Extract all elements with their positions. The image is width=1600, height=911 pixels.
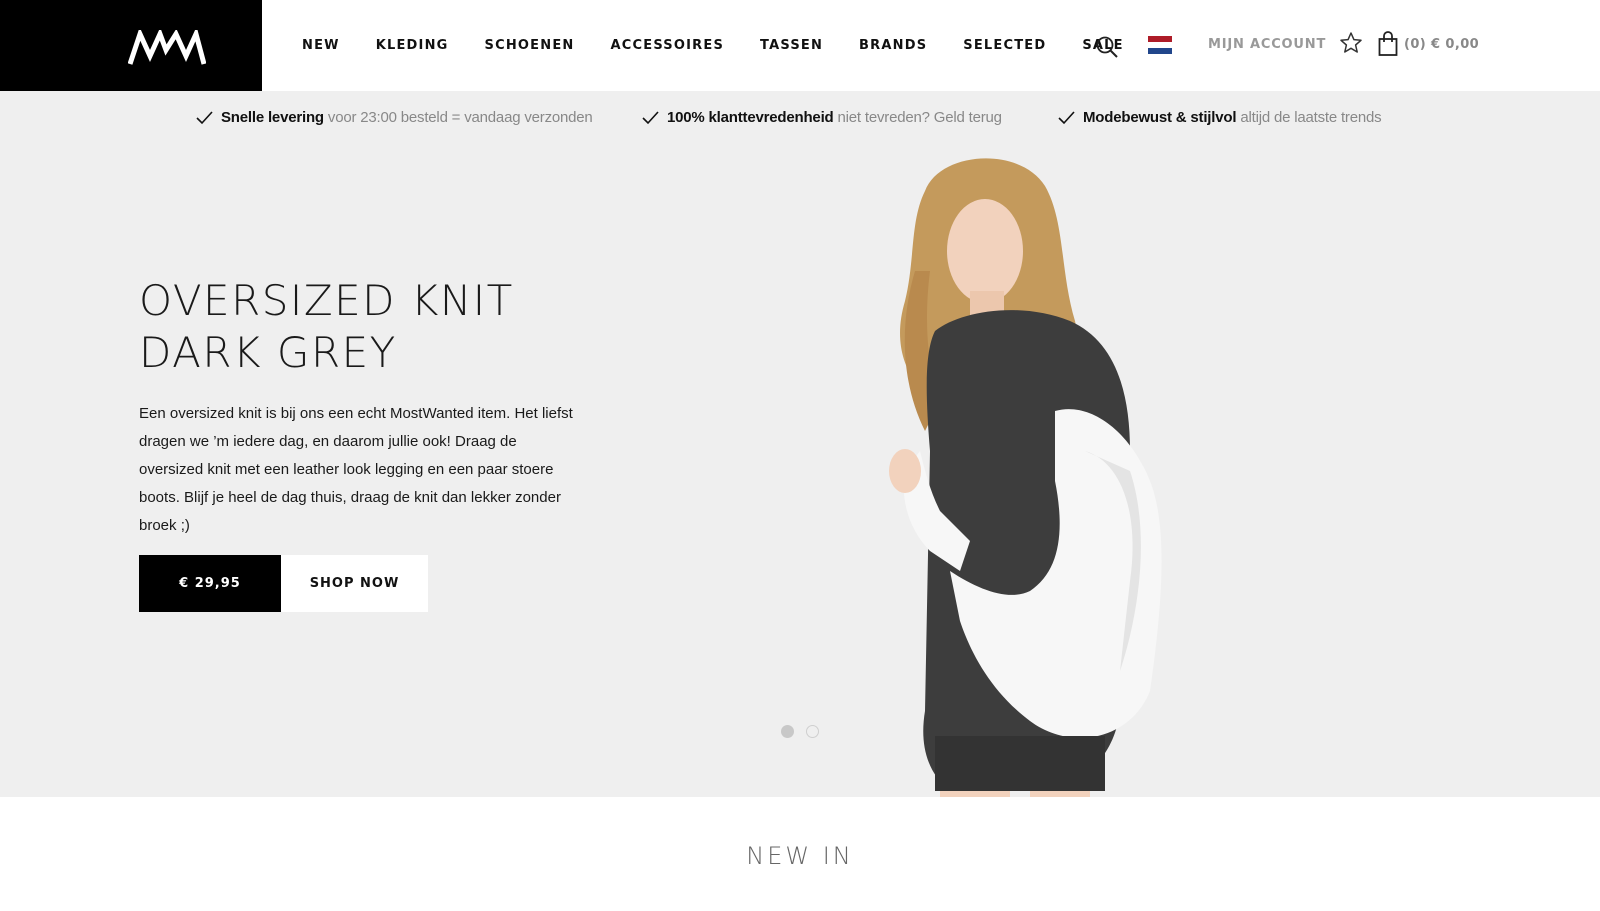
usp-strong: Modebewust & stijlvol xyxy=(1083,109,1237,126)
account-link[interactable]: MIJN ACCOUNT xyxy=(1208,37,1326,52)
usp-strong: Snelle levering xyxy=(221,109,324,126)
checkmark-icon xyxy=(1058,110,1075,124)
cart-button[interactable]: (0) € 0,00 xyxy=(1378,31,1479,57)
hero-model-image xyxy=(889,158,1162,797)
nav-item-schoenen[interactable]: SCHOENEN xyxy=(485,38,575,53)
nav-item-accessoires[interactable]: ACCESSOIRES xyxy=(611,38,725,53)
mw-logo-icon xyxy=(128,30,206,65)
logo[interactable] xyxy=(0,0,262,91)
hero-title-line-2: DARK GREY xyxy=(139,328,397,377)
main-nav: NEW KLEDING SCHOENEN ACCESSOIRES TASSEN … xyxy=(284,0,1142,91)
nav-item-brands[interactable]: BRANDS xyxy=(859,38,927,53)
usp-item-delivery: Snelle levering voor 23:00 besteld = van… xyxy=(196,109,593,126)
nav-item-tassen[interactable]: TASSEN xyxy=(760,38,823,53)
shop-now-button[interactable]: SHOP NOW xyxy=(281,555,428,612)
star-icon[interactable] xyxy=(1339,31,1363,55)
usp-item-satisfaction: 100% klanttevredenheid niet tevreden? Ge… xyxy=(642,109,1002,126)
slider-dot-2[interactable] xyxy=(806,725,819,738)
hero-title-line-1: OVERSIZED KNIT xyxy=(139,276,514,325)
usp-strong: 100% klanttevredenheid xyxy=(667,109,834,126)
hero-title: OVERSIZED KNIT DARK GREY xyxy=(139,275,659,379)
usp-bar: Snelle levering voor 23:00 besteld = van… xyxy=(0,109,1600,133)
netherlands-flag-icon[interactable] xyxy=(1148,36,1172,54)
search-icon[interactable] xyxy=(1095,35,1119,59)
checkmark-icon xyxy=(642,110,659,124)
cart-total: (0) € 0,00 xyxy=(1404,36,1480,52)
slider-dot-1[interactable] xyxy=(781,725,794,738)
site-header: NEW KLEDING SCHOENEN ACCESSOIRES TASSEN … xyxy=(0,0,1600,91)
hero-banner: Snelle levering voor 23:00 besteld = van… xyxy=(0,91,1600,797)
nav-item-kleding[interactable]: KLEDING xyxy=(376,38,449,53)
hero-description: Een oversized knit is bij ons een echt M… xyxy=(139,405,573,534)
usp-text: altijd de laatste trends xyxy=(1240,109,1382,126)
usp-text: niet tevreden? Geld terug xyxy=(837,109,1002,126)
nav-item-new[interactable]: NEW xyxy=(302,38,340,53)
new-in-heading: NEW IN xyxy=(746,842,854,870)
price-button[interactable]: € 29,95 xyxy=(139,555,281,612)
usp-item-trends: Modebewust & stijlvol altijd de laatste … xyxy=(1058,109,1382,126)
nav-item-selected[interactable]: SELECTED xyxy=(963,38,1046,53)
shopping-bag-icon xyxy=(1378,31,1398,56)
checkmark-icon xyxy=(196,110,213,124)
usp-text: voor 23:00 besteld = vandaag verzonden xyxy=(327,109,593,126)
slider-dots xyxy=(781,725,831,738)
